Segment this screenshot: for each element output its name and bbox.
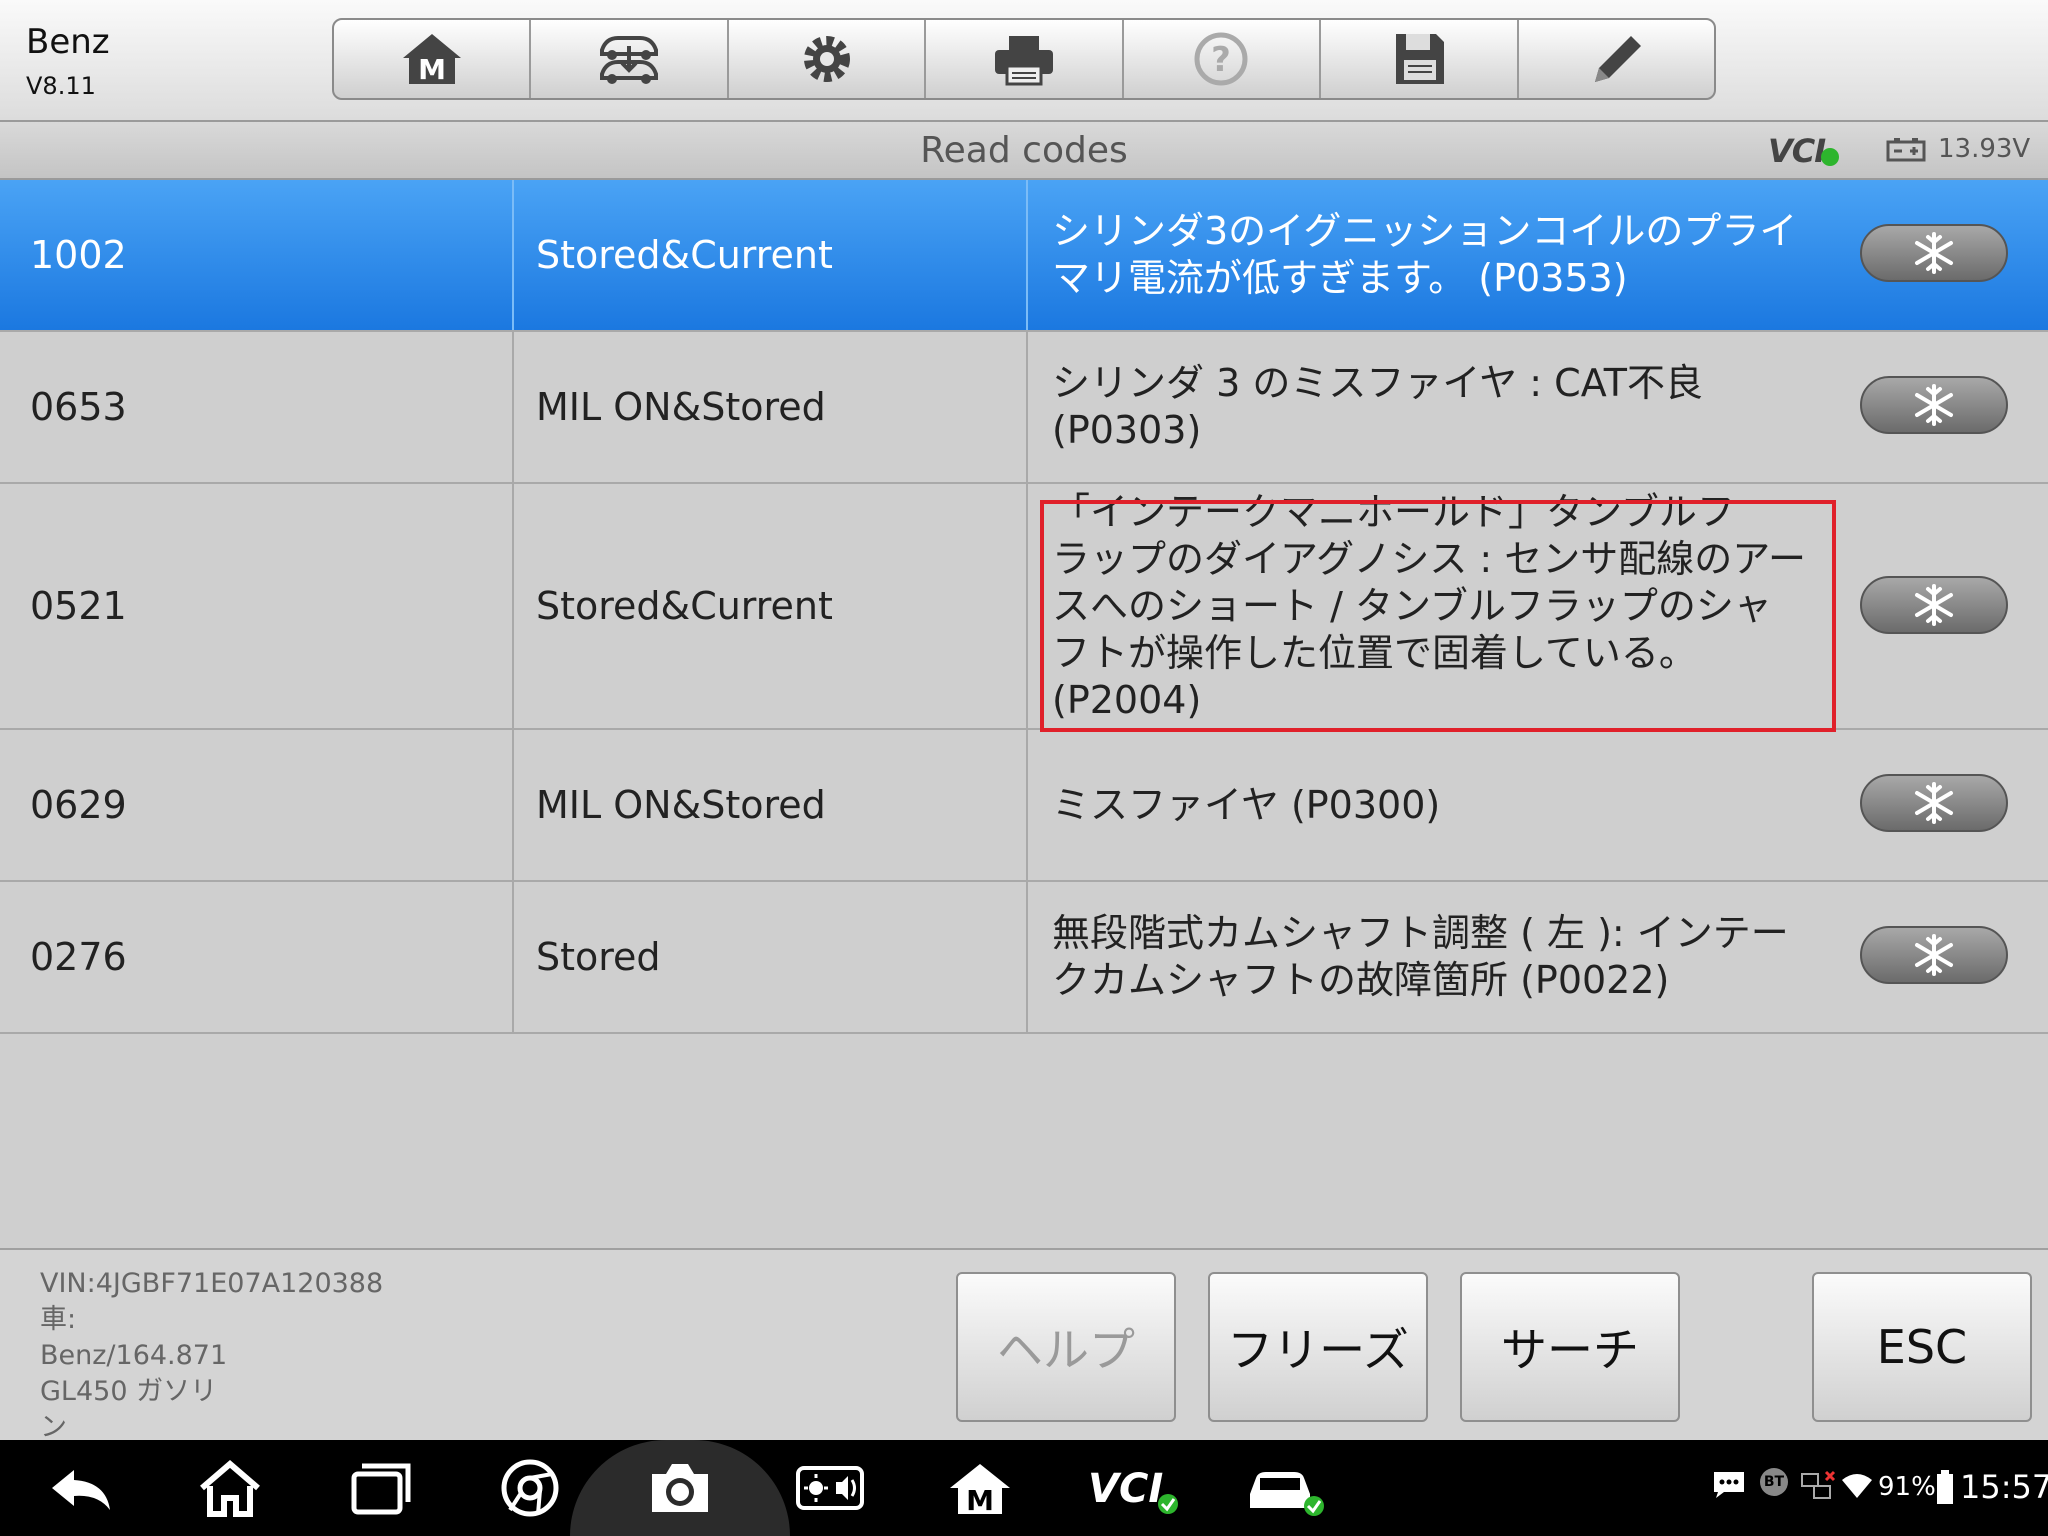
dtc-description: ミスファイヤ (P0300) — [1026, 730, 1826, 880]
dtc-code: 0521 — [30, 584, 127, 628]
snowflake-icon — [1915, 782, 1953, 824]
search-button[interactable]: サーチ — [1460, 1272, 1680, 1422]
svg-text:?: ? — [1212, 40, 1232, 80]
help-question-icon: ? — [1194, 32, 1248, 86]
battery-percentage: 91% — [1878, 1472, 1936, 1502]
title-bar: Read codes VCI 13.93V — [0, 122, 2048, 180]
bluetooth-icon: BT — [1760, 1468, 1788, 1496]
maxisys-home-icon[interactable]: M — [944, 1456, 1016, 1520]
dtc-code: 0653 — [30, 385, 127, 429]
freeze-frame-button[interactable] — [1860, 576, 2008, 634]
app-name: Benz — [26, 22, 110, 62]
dtc-status: Stored&Current — [512, 180, 1026, 330]
dtc-status: MIL ON&Stored — [512, 332, 1026, 482]
network-disconnected-icon — [1801, 1470, 1836, 1499]
dtc-table: 1002 Stored&Current シリンダ3のイグニッションコイルのプライ… — [0, 180, 2048, 1034]
home-m-icon: M — [402, 34, 461, 86]
dtc-status: MIL ON&Stored — [512, 730, 1026, 880]
vehicle-status-icon[interactable] — [1244, 1456, 1328, 1520]
chat-notification-icon — [1714, 1472, 1744, 1498]
help-text-button[interactable]: ヘルプ — [956, 1272, 1176, 1422]
vci-label: VCI — [1768, 132, 1826, 170]
chrome-icon[interactable] — [494, 1456, 566, 1520]
esc-button[interactable]: ESC — [1812, 1272, 2032, 1422]
snowflake-icon — [1915, 584, 1953, 626]
back-icon[interactable] — [44, 1456, 116, 1520]
snowflake-icon — [1915, 934, 1953, 976]
svg-text:M: M — [966, 1484, 994, 1517]
vehicle-swap-icon — [600, 36, 659, 84]
table-row[interactable]: 1002 Stored&Current シリンダ3のイグニッションコイルのプライ… — [0, 180, 2048, 332]
dtc-description: 無段階式カムシャフト調整 ( 左 ): インテー クカムシャフトの故障箇所 (P… — [1026, 882, 1826, 1032]
snowflake-icon — [1915, 384, 1953, 426]
footer-panel: VIN:4JGBF71E07A120388 車: Benz/164.871 GL… — [0, 1248, 2048, 1443]
printer-icon — [994, 36, 1053, 86]
vci-connected-icon — [1821, 148, 1840, 166]
battery-voltage: 13.93V — [1938, 134, 2031, 164]
dtc-status: Stored — [512, 882, 1026, 1032]
freeze-button[interactable]: フリーズ — [1208, 1272, 1428, 1422]
freeze-frame-button[interactable] — [1860, 774, 2008, 832]
freeze-frame-button[interactable] — [1860, 376, 2008, 434]
table-row[interactable]: 0521 Stored&Current 「インテークマニホールド」タンブルフ ラ… — [0, 484, 2048, 730]
freeze-frame-button[interactable] — [1860, 224, 2008, 282]
dtc-description: シリンダ3のイグニッションコイルのプライ マリ電流が低すぎます。 (P0353) — [1026, 180, 1826, 330]
battery-icon — [1937, 1470, 1953, 1504]
dtc-description: シリンダ 3 のミスファイヤ : CAT不良 (P0303) — [1026, 332, 1826, 482]
dtc-code: 0629 — [30, 783, 127, 827]
svg-text:VCI: VCI — [1088, 1466, 1163, 1512]
snowflake-icon — [1915, 232, 1953, 274]
dtc-code: 1002 — [30, 233, 127, 277]
save-button[interactable] — [1321, 20, 1519, 98]
vehicle-info: VIN:4JGBF71E07A120388 車: Benz/164.871 GL… — [40, 1268, 384, 1443]
edit-button[interactable] — [1519, 20, 1714, 98]
print-button[interactable] — [926, 20, 1124, 98]
freeze-frame-button[interactable] — [1860, 926, 2008, 984]
dtc-description: 「インテークマニホールド」タンブルフ ラップのダイアグノシス : センサ配線のア… — [1026, 484, 1826, 728]
help-button[interactable]: ? — [1124, 20, 1322, 98]
clock: 15:57 — [1960, 1468, 2048, 1506]
system-nav-bar: M VCI BT 91% 15:57 — [0, 1440, 2048, 1536]
main-toolbar: M ? — [332, 18, 1716, 100]
svg-text:M: M — [418, 53, 446, 86]
home-button[interactable]: M — [334, 20, 532, 98]
table-row[interactable]: 0629 MIL ON&Stored ミスファイヤ (P0300) — [0, 730, 2048, 882]
save-floppy-icon — [1395, 34, 1444, 84]
camera-icon[interactable] — [644, 1456, 716, 1520]
page-title: Read codes — [920, 130, 1128, 171]
app-header: Benz V8.11 M ? — [0, 0, 2048, 122]
dtc-status: Stored&Current — [512, 484, 1026, 728]
app-version: V8.11 — [26, 72, 96, 100]
vci-status: VCI — [1768, 132, 1840, 170]
vehicle-swap-button[interactable] — [531, 20, 729, 98]
table-row[interactable]: 0653 MIL ON&Stored シリンダ 3 のミスファイヤ : CAT不… — [0, 332, 2048, 484]
edit-pencil-icon — [1595, 36, 1642, 82]
dtc-code: 0276 — [30, 935, 127, 979]
table-row[interactable]: 0276 Stored 無段階式カムシャフト調整 ( 左 ): インテー クカム… — [0, 882, 2048, 1034]
settings-gear-icon — [803, 36, 850, 82]
vci-connection-icon[interactable]: VCI — [1086, 1456, 1182, 1520]
recent-apps-icon[interactable] — [344, 1456, 416, 1520]
brightness-volume-icon[interactable] — [794, 1456, 866, 1520]
wifi-icon — [1842, 1474, 1872, 1498]
home-icon[interactable] — [194, 1456, 266, 1520]
settings-button[interactable] — [729, 20, 927, 98]
battery-voltage-icon — [1886, 138, 1926, 162]
